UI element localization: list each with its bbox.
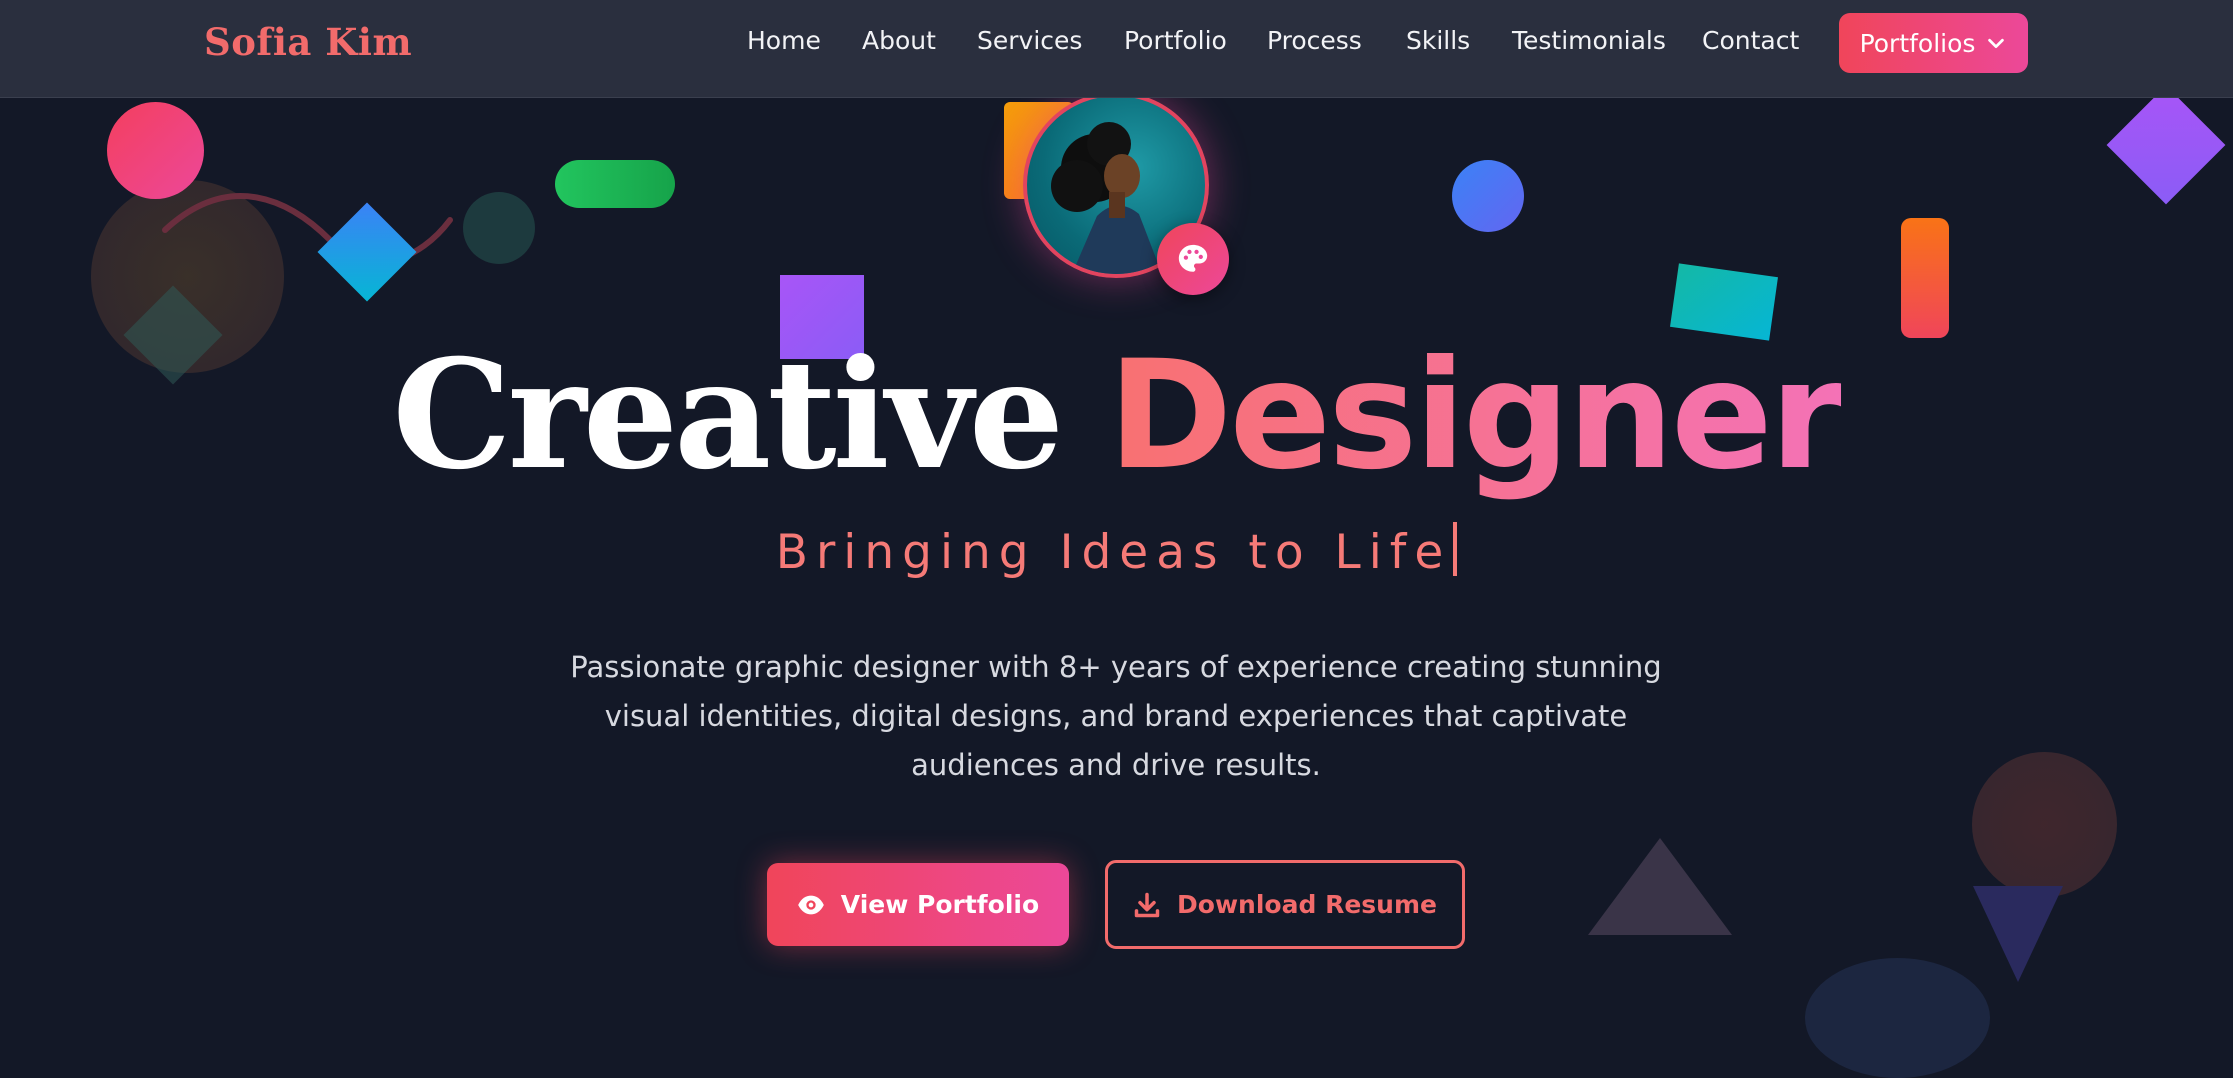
portfolios-dropdown-button[interactable]: Portfolios [1839,13,2028,73]
typing-cursor [1453,522,1458,576]
hero-tagline: Bringing Ideas to Life [0,522,2233,580]
decor-wave-line [162,193,453,265]
navbar: Sofia Kim Home About Services Portfolio … [0,0,2233,98]
palette-badge [1157,223,1229,295]
decor-circle-blue [1452,160,1524,232]
decor-circle-teal-faded [463,192,535,264]
decor-triangle-indigo-down [1973,886,2063,982]
decor-circle-navy-bottom [1805,958,1990,1078]
eye-icon [797,895,824,914]
nav-link-portfolio[interactable]: Portfolio [1124,26,1227,55]
headline-word-designer: Designer [1107,329,1844,503]
nav-link-process[interactable]: Process [1267,26,1362,55]
palette-icon [1178,244,1208,272]
brand-logo[interactable]: Sofia Kim [204,20,412,64]
download-resume-label: Download Resume [1177,890,1437,919]
headline-word-creative: Creative [392,327,1064,503]
view-portfolio-button[interactable]: View Portfolio [767,863,1069,946]
download-icon [1134,892,1160,917]
download-resume-button[interactable]: Download Resume [1105,860,1465,949]
decor-circle-brown-right [1972,752,2117,897]
decor-diamond-purple-right [2106,85,2226,205]
nav-link-contact[interactable]: Contact [1702,26,1799,55]
nav-link-skills[interactable]: Skills [1406,26,1470,55]
hero-description: Passionate graphic designer with 8+ year… [570,650,1662,782]
decor-triangle-gray [1588,838,1732,935]
tagline-text: Bringing Ideas to Life [775,525,1452,580]
nav-link-services[interactable]: Services [977,26,1082,55]
decor-pill-green [555,160,675,208]
view-portfolio-label: View Portfolio [840,890,1040,919]
portfolios-dropdown-label: Portfolios [1859,28,1976,58]
nav-link-testimonials[interactable]: Testimonials [1512,26,1666,55]
nav-link-home[interactable]: Home [747,26,821,55]
chevron-down-icon [1988,38,2005,49]
hero-headline: Creative Designer [0,335,2233,496]
nav-link-about[interactable]: About [862,26,936,55]
decor-bar-orange [1901,218,1949,338]
